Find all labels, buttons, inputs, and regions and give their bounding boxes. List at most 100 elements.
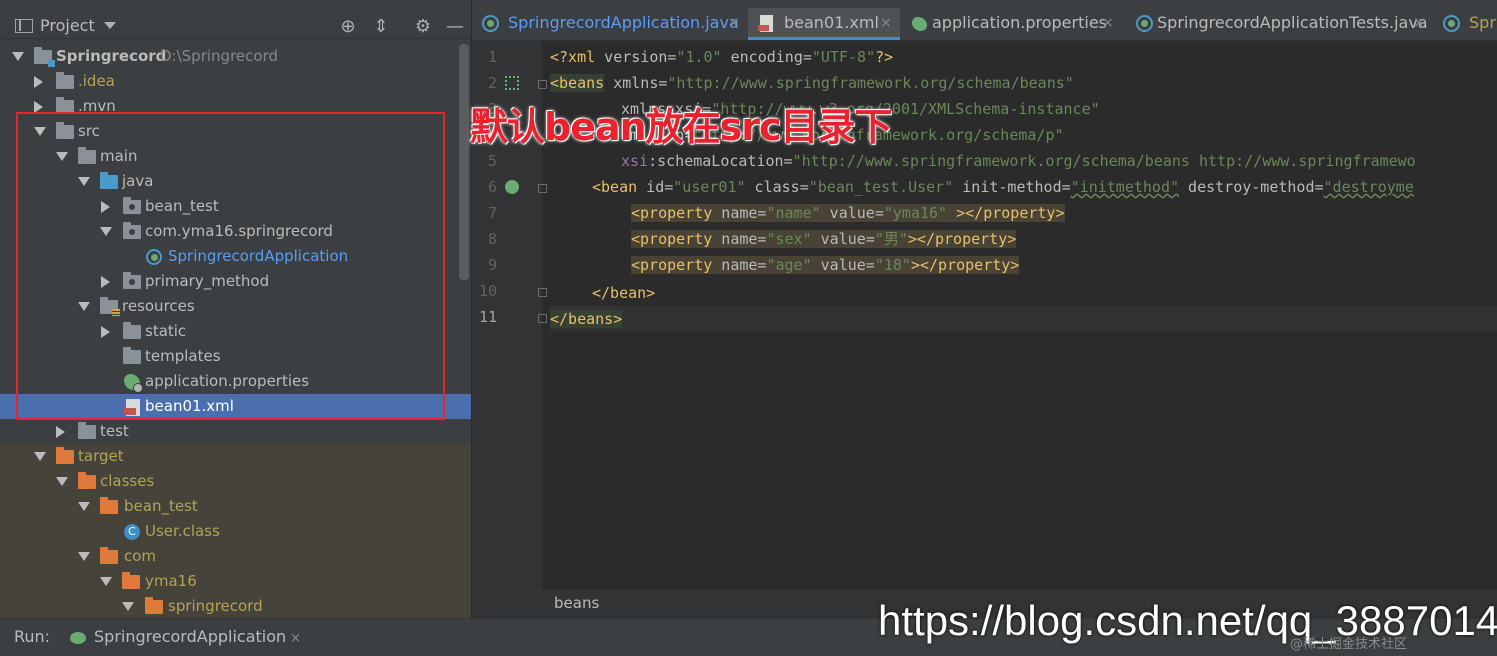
xml-declaration: <?xml <box>550 48 596 66</box>
expand-arrow-icon[interactable] <box>100 227 112 236</box>
attr: value= <box>820 204 884 222</box>
tree-item-bean01-xml[interactable]: bean01.xml <box>0 394 471 419</box>
excluded-folder-icon <box>100 547 118 564</box>
attr: encoding= <box>721 48 812 66</box>
tree-item-mvn[interactable]: .mvn <box>0 94 471 119</box>
crosshair-icon[interactable]: ⊕ <box>338 16 358 37</box>
run-tab-label: SpringrecordApplication <box>94 627 287 646</box>
expand-arrow-icon[interactable] <box>78 502 90 511</box>
class-icon <box>1136 15 1153 32</box>
tree-item-label: Springrecord <box>56 47 167 65</box>
run-tab[interactable]: SpringrecordApplication × <box>70 627 301 646</box>
annotation-text: 默认bean放在src目录下 <box>470 105 893 149</box>
property-tag: <property <box>631 230 713 248</box>
spring-properties-icon <box>124 374 143 393</box>
tree-item-springrecord-target[interactable]: springrecord <box>0 594 471 618</box>
attr-value: "user01" <box>673 178 746 196</box>
line-number: 7 <box>487 204 497 222</box>
attr-value: "http://www.springframework.org/schema/b… <box>792 152 1416 170</box>
attr: name= <box>712 204 767 222</box>
tree-item-user-class[interactable]: C User.class <box>0 519 471 544</box>
expand-arrow-icon[interactable] <box>34 452 46 461</box>
tree-item-target[interactable]: target <box>0 444 471 469</box>
gear-icon[interactable]: ⚙ <box>413 16 433 37</box>
attr: init-method= <box>953 178 1071 196</box>
line-number: 2 <box>487 74 497 92</box>
tree-item-java[interactable]: java <box>0 169 471 194</box>
attr: name= <box>712 230 767 248</box>
tree-item-bean-test[interactable]: bean_test <box>0 194 471 219</box>
xml-file-icon <box>758 15 773 32</box>
attr-value: "destroyme <box>1323 178 1414 196</box>
tree-scrollbar[interactable] <box>459 44 469 280</box>
line-number: 5 <box>487 152 497 170</box>
bean-open-tag: <bean <box>592 178 638 196</box>
tab-springrecordapplication-java[interactable]: SpringrecordApplication.java × <box>472 8 744 40</box>
expand-arrow-icon[interactable] <box>12 52 24 61</box>
tree-item-springrecordapplication[interactable]: SpringrecordApplication <box>0 244 471 269</box>
minimize-icon[interactable]: — <box>445 16 465 37</box>
tree-item-label: bean_test <box>124 497 198 515</box>
attr-value: "yma16" <box>883 204 948 222</box>
close-icon[interactable]: × <box>290 631 301 646</box>
property-tag: <property <box>631 256 713 274</box>
expand-arrow-icon[interactable] <box>122 602 134 611</box>
tree-item-resources[interactable]: resources <box>0 294 471 319</box>
tree-item-src[interactable]: src <box>0 119 471 144</box>
close-icon[interactable]: × <box>880 8 892 38</box>
fold-marker-icon[interactable] <box>538 288 547 297</box>
collapse-arrow-icon[interactable] <box>101 276 110 288</box>
tree-item-static[interactable]: static <box>0 319 471 344</box>
expand-arrow-icon[interactable] <box>78 177 90 186</box>
collapse-arrow-icon[interactable] <box>34 76 43 88</box>
fold-marker-icon[interactable] <box>538 80 547 89</box>
tree-item-test[interactable]: test <box>0 419 471 444</box>
collapse-arrow-icon[interactable] <box>56 426 65 438</box>
close-icon[interactable]: × <box>1413 8 1425 38</box>
tab-spr[interactable]: Spr <box>1433 8 1497 40</box>
expand-arrow-icon[interactable] <box>56 152 68 161</box>
spring-properties-icon <box>912 17 927 31</box>
spring-context-icon[interactable] <box>505 76 519 90</box>
collapse-icon[interactable]: ⇕ <box>371 16 391 37</box>
collapse-arrow-icon[interactable] <box>101 201 110 213</box>
tree-item-bean-test-target[interactable]: bean_test <box>0 494 471 519</box>
expand-arrow-icon[interactable] <box>34 127 46 136</box>
tree-item-main[interactable]: main <box>0 144 471 169</box>
tree-item-templates[interactable]: templates <box>0 344 471 369</box>
close-icon[interactable]: × <box>728 8 740 38</box>
code-line-7: <property name="name" value="yma16" ></p… <box>631 200 1065 226</box>
chevron-down-icon[interactable] <box>104 22 116 29</box>
project-view-title[interactable]: Project <box>40 16 95 35</box>
tab-springrecordapplicationtests-java[interactable]: SpringrecordApplicationTests.java × <box>1126 8 1431 40</box>
resources-folder-icon <box>100 297 120 316</box>
expand-arrow-icon[interactable] <box>78 302 90 311</box>
code-line-2: <beans xmlns="http://www.springframework… <box>550 70 1074 96</box>
tree-item-label: SpringrecordApplication <box>168 247 349 265</box>
close-icon[interactable]: × <box>1102 8 1114 38</box>
tree-item-application-properties[interactable]: application.properties <box>0 369 471 394</box>
tree-item-springrecord[interactable]: Springrecord D:\Springrecord <box>0 44 471 69</box>
tree-item-primary-method[interactable]: primary_method <box>0 269 471 294</box>
attr: xmlns= <box>604 74 668 92</box>
collapse-arrow-icon[interactable] <box>34 101 43 113</box>
fold-marker-icon[interactable] <box>538 314 547 323</box>
spring-bean-icon[interactable] <box>505 180 519 194</box>
attr-value: "age" <box>766 256 812 274</box>
collapse-arrow-icon[interactable] <box>101 326 110 338</box>
tree-item-classes[interactable]: classes <box>0 469 471 494</box>
folder-icon <box>78 147 96 164</box>
code-line-9: <property name="age" value="18"></proper… <box>631 252 1020 278</box>
tree-item-yma16[interactable]: yma16 <box>0 569 471 594</box>
tree-item-com[interactable]: com <box>0 544 471 569</box>
breadcrumb-item[interactable]: beans <box>554 594 599 612</box>
tab-bean01-xml[interactable]: bean01.xml × <box>748 8 900 40</box>
fold-marker-icon[interactable] <box>538 184 547 193</box>
code-line-6: <bean id="user01" class="bean_test.User"… <box>592 174 1414 200</box>
expand-arrow-icon[interactable] <box>100 577 112 586</box>
expand-arrow-icon[interactable] <box>56 477 68 486</box>
tab-application-properties[interactable]: application.properties × <box>902 8 1124 40</box>
tree-item-com-yma16-springrecord[interactable]: com.yma16.springrecord <box>0 219 471 244</box>
expand-arrow-icon[interactable] <box>78 552 90 561</box>
tree-item-idea[interactable]: .idea <box>0 69 471 94</box>
